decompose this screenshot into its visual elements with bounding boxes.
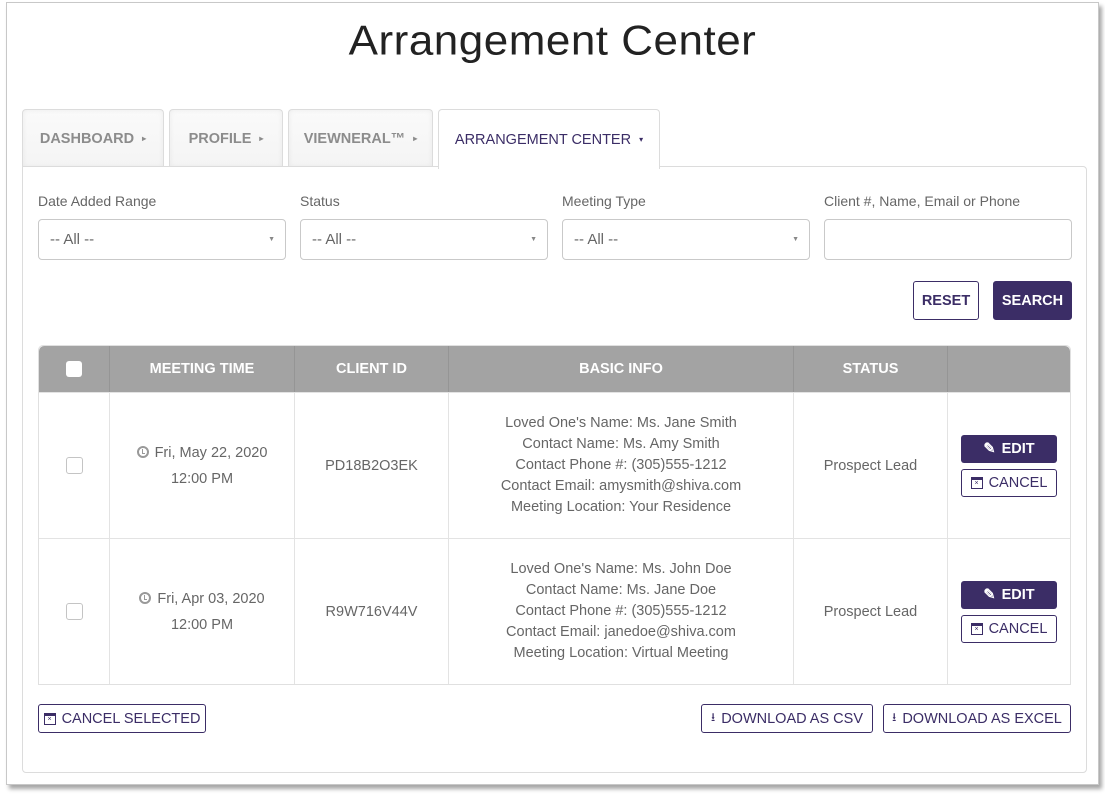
dropdown-arrow-icon: ▼	[530, 236, 537, 243]
meeting-time-cell: Fri, Apr 03, 2020 12:00 PM	[110, 539, 295, 684]
contact-name: Contact Name: Ms. Amy Smith	[522, 436, 720, 452]
download-excel-label: DOWNLOAD AS EXCEL	[902, 710, 1062, 727]
page-title: Arrangement Center	[348, 17, 757, 64]
tab-label: DASHBOARD	[39, 130, 135, 147]
caret-right-icon: ▸	[142, 134, 147, 143]
edit-label: EDIT	[1001, 440, 1035, 457]
status-cell: Prospect Lead	[794, 539, 948, 684]
tab-label: VIEWNERAL™	[303, 130, 406, 147]
appointments-table: MEETING TIME CLIENT ID BASIC INFO STATUS…	[38, 345, 1071, 685]
search-button[interactable]: SEARCH	[993, 281, 1072, 320]
basic-info-cell: Loved One's Name: Ms. Jane Smith Contact…	[449, 393, 794, 538]
contact-phone: Contact Phone #: (305)555-1212	[515, 603, 727, 619]
cancel-label: CANCEL	[988, 620, 1048, 637]
client-id: PD18B2O3EK	[295, 393, 449, 538]
client-id: R9W716V44V	[295, 539, 449, 684]
calendar-cancel-icon: ×	[970, 476, 983, 489]
edit-label: EDIT	[1001, 586, 1035, 603]
arrangement-panel: Date Added Range -- All -- ▼ Status -- A…	[22, 166, 1087, 773]
meeting-location: Meeting Location: Virtual Meeting	[513, 645, 729, 661]
clock-icon	[139, 591, 152, 604]
header-status[interactable]: STATUS	[794, 346, 948, 392]
tab-dashboard[interactable]: DASHBOARD ▸	[22, 109, 164, 167]
download-excel-button[interactable]: ⭳ DOWNLOAD AS EXCEL	[883, 704, 1071, 733]
actions-cell: ✎ EDIT × CANCEL	[948, 393, 1070, 538]
pencil-icon: ✎	[983, 440, 996, 457]
header-client-id[interactable]: CLIENT ID	[295, 346, 449, 392]
row-checkbox[interactable]	[65, 457, 83, 474]
caret-right-icon: ▸	[259, 134, 264, 143]
tab-label: PROFILE	[188, 130, 252, 147]
cancel-selected-label: CANCEL SELECTED	[61, 710, 201, 727]
edit-button[interactable]: ✎ EDIT	[961, 580, 1057, 609]
calendar-cancel-icon: ×	[43, 712, 56, 725]
caret-right-icon: ▸	[413, 134, 418, 143]
meeting-type-select[interactable]: -- All -- ▼	[562, 219, 810, 260]
tab-label: ARRANGEMENT CENTER	[454, 131, 632, 148]
loved-one-name: Loved One's Name: Ms. Jane Smith	[505, 415, 737, 431]
meeting-date: Fri, Apr 03, 2020	[157, 590, 265, 607]
meeting-date: Fri, May 22, 2020	[154, 444, 268, 461]
calendar-cancel-icon: ×	[970, 622, 983, 635]
header-meeting-time[interactable]: MEETING TIME	[110, 346, 295, 392]
dropdown-arrow-icon: ▼	[268, 236, 275, 243]
select-all-checkbox[interactable]	[66, 361, 82, 377]
dropdown-arrow-icon: ▼	[792, 236, 799, 243]
contact-email: Contact Email: janedoe@shiva.com	[506, 624, 736, 640]
filter-bar: Date Added Range -- All -- ▼ Status -- A…	[38, 193, 1072, 260]
status-cell: Prospect Lead	[794, 393, 948, 538]
cancel-button[interactable]: × CANCEL	[961, 614, 1057, 643]
tab-viewneral[interactable]: VIEWNERAL™ ▸	[288, 109, 433, 167]
download-csv-button[interactable]: ⭳ DOWNLOAD AS CSV	[701, 704, 873, 733]
contact-phone: Contact Phone #: (305)555-1212	[515, 457, 727, 473]
contact-email: Contact Email: amysmith@shiva.com	[500, 478, 742, 494]
meeting-time: 12:00 PM	[170, 616, 234, 633]
meeting-type-label: Meeting Type	[562, 193, 646, 209]
meeting-time-cell: Fri, May 22, 2020 12:00 PM	[110, 393, 295, 538]
download-csv-label: DOWNLOAD AS CSV	[721, 710, 863, 727]
select-all-cell	[39, 346, 110, 392]
reset-button[interactable]: RESET	[913, 281, 979, 320]
table-header: MEETING TIME CLIENT ID BASIC INFO STATUS	[39, 346, 1070, 392]
header-basic-info: BASIC INFO	[449, 346, 794, 392]
loved-one-name: Loved One's Name: Ms. John Doe	[510, 561, 732, 577]
basic-info-cell: Loved One's Name: Ms. John Doe Contact N…	[449, 539, 794, 684]
header-actions	[948, 346, 1070, 392]
search-input[interactable]	[824, 219, 1072, 260]
status-select[interactable]: -- All -- ▼	[300, 219, 548, 260]
download-icon: ⭳	[892, 710, 897, 724]
row-checkbox[interactable]	[65, 603, 83, 620]
tab-arrangement-center[interactable]: ARRANGEMENT CENTER ▾	[438, 109, 660, 169]
cancel-label: CANCEL	[988, 474, 1048, 491]
clock-icon	[136, 445, 149, 458]
status-value: -- All --	[312, 231, 357, 248]
pencil-icon: ✎	[983, 586, 996, 603]
meeting-type-value: -- All --	[574, 231, 619, 248]
tab-bar: DASHBOARD ▸ PROFILE ▸ VIEWNERAL™ ▸ ARRAN…	[22, 109, 660, 169]
search-label: Client #, Name, Email or Phone	[824, 193, 1021, 209]
caret-down-icon: ▾	[639, 135, 644, 144]
date-range-label: Date Added Range	[38, 193, 157, 209]
table-row: Fri, Apr 03, 2020 12:00 PM R9W716V44V Lo…	[39, 538, 1070, 684]
download-icon: ⭳	[710, 710, 716, 724]
meeting-location: Meeting Location: Your Residence	[510, 499, 732, 515]
cancel-button[interactable]: × CANCEL	[961, 468, 1057, 497]
table-row: Fri, May 22, 2020 12:00 PM PD18B2O3EK Lo…	[39, 392, 1070, 538]
contact-name: Contact Name: Ms. Jane Doe	[525, 582, 717, 598]
date-range-value: -- All --	[50, 231, 95, 248]
meeting-time: 12:00 PM	[170, 470, 234, 487]
tab-profile[interactable]: PROFILE ▸	[169, 109, 283, 167]
status-label: Status	[300, 193, 340, 209]
date-range-select[interactable]: -- All -- ▼	[38, 219, 286, 260]
cancel-selected-button[interactable]: × CANCEL SELECTED	[38, 704, 206, 733]
actions-cell: ✎ EDIT × CANCEL	[948, 539, 1070, 684]
app-window: Arrangement Center DASHBOARD ▸ PROFILE ▸…	[6, 2, 1099, 785]
edit-button[interactable]: ✎ EDIT	[961, 434, 1057, 463]
